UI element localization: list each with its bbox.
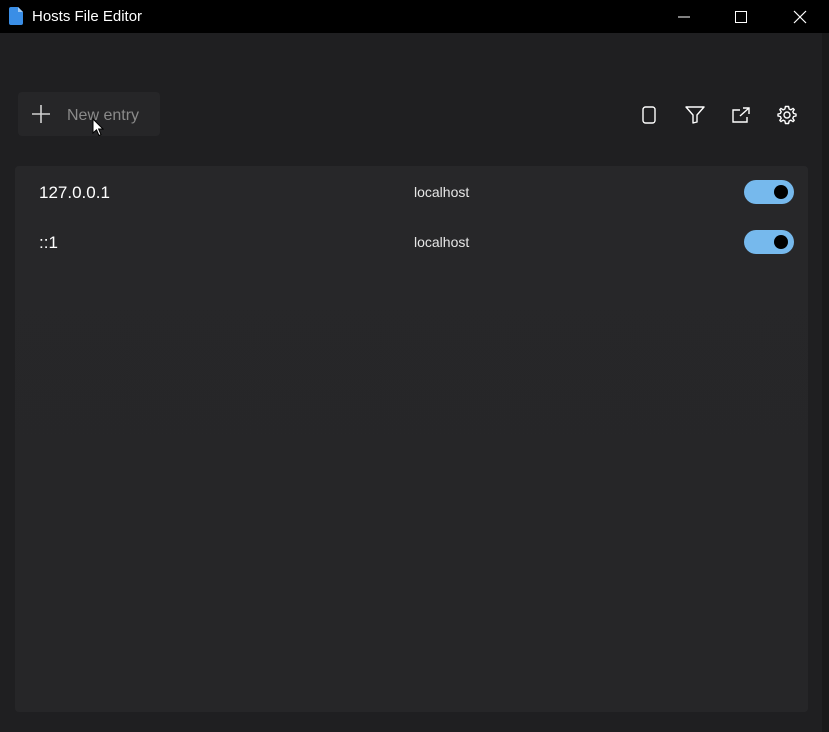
- document-icon: [9, 7, 23, 25]
- entries-list: 127.0.0.1 localhost ::1 localhost: [15, 166, 808, 712]
- maximize-icon: [735, 10, 747, 23]
- toggle-knob: [774, 185, 788, 199]
- app-window: Hosts File Editor New entry 127.0.0.1 lo…: [0, 0, 829, 732]
- window-title: Hosts File Editor: [32, 8, 143, 25]
- new-entry-button[interactable]: New entry: [18, 92, 160, 136]
- open-external-button[interactable]: [726, 100, 756, 130]
- gear-icon: [777, 105, 797, 125]
- toggle-knob: [774, 235, 788, 249]
- new-entry-label: New entry: [67, 107, 140, 124]
- list-item[interactable]: 127.0.0.1 localhost: [15, 167, 808, 217]
- entry-active-toggle[interactable]: [744, 180, 794, 204]
- plus-icon: [32, 105, 50, 123]
- minimize-button[interactable]: [655, 0, 713, 33]
- entry-active-toggle[interactable]: [744, 230, 794, 254]
- close-button[interactable]: [771, 0, 829, 33]
- filter-button[interactable]: [680, 100, 710, 130]
- entry-address: ::1: [39, 233, 58, 252]
- entry-address: 127.0.0.1: [39, 183, 110, 202]
- window-edge: [822, 33, 829, 732]
- entry-host: localhost: [414, 234, 470, 250]
- maximize-button[interactable]: [712, 0, 770, 33]
- minimize-icon: [678, 16, 690, 17]
- device-button[interactable]: [634, 100, 664, 130]
- open-external-icon: [732, 107, 750, 123]
- filter-icon: [685, 106, 705, 124]
- list-item[interactable]: ::1 localhost: [15, 217, 808, 267]
- settings-button[interactable]: [772, 100, 802, 130]
- entry-host: localhost: [414, 184, 470, 200]
- close-icon: [793, 10, 807, 23]
- title-bar[interactable]: Hosts File Editor: [0, 0, 829, 33]
- device-icon: [642, 106, 656, 124]
